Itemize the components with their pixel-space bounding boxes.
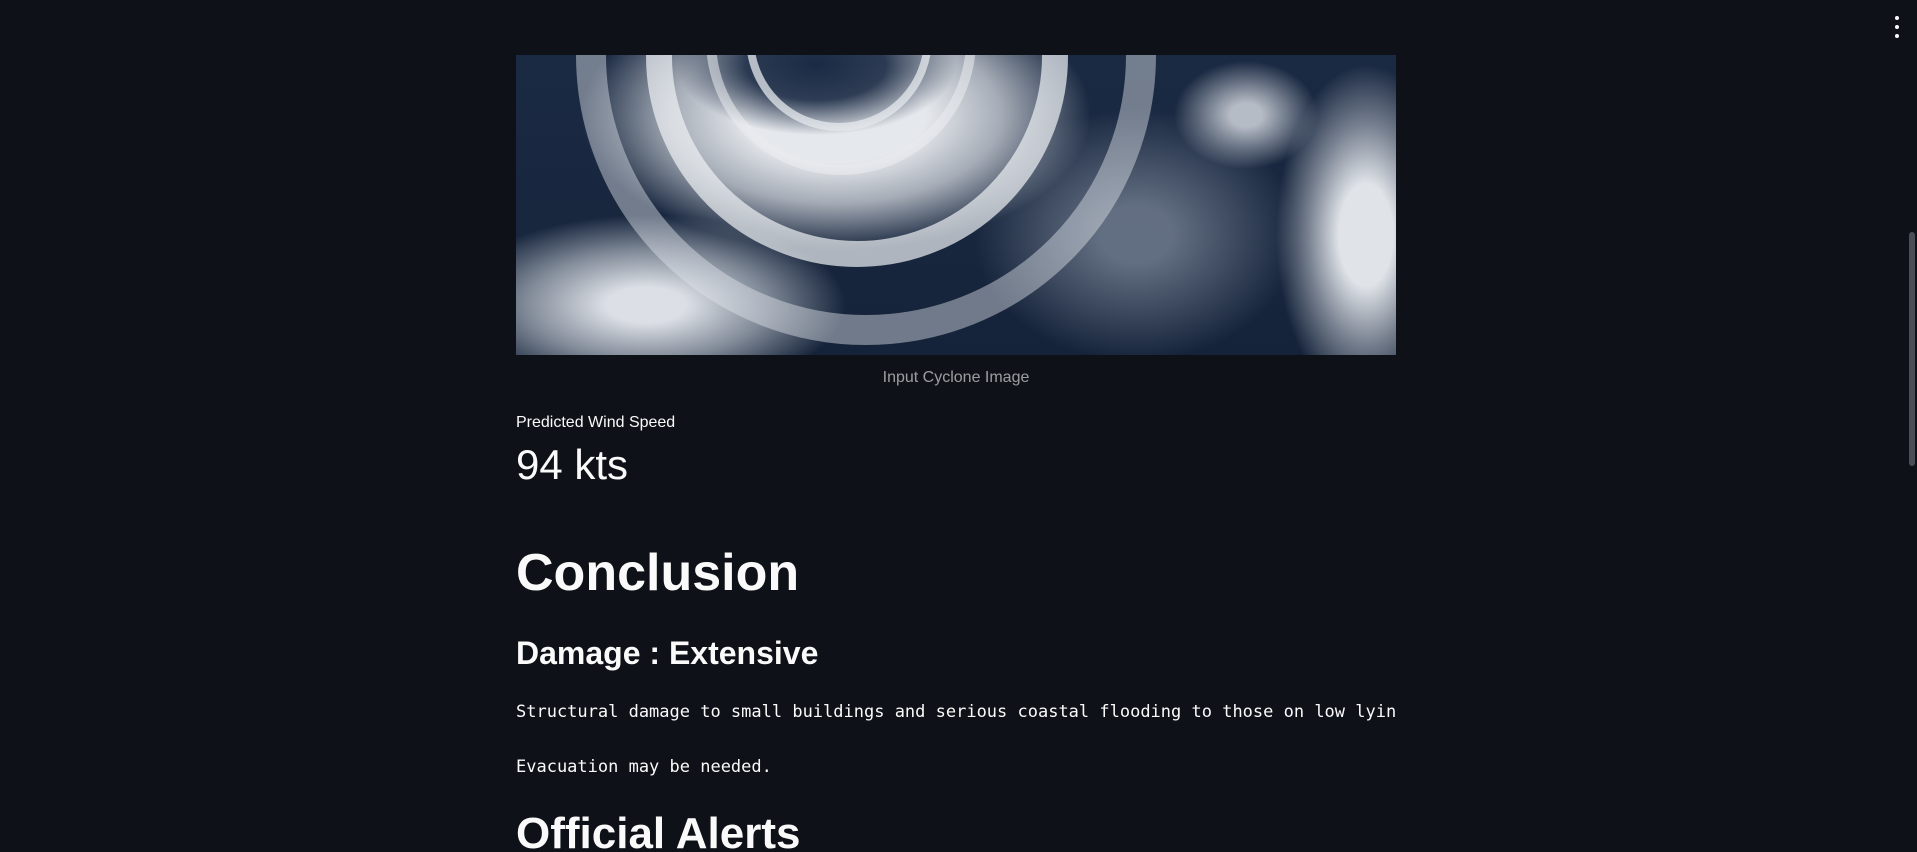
main-menu-button[interactable] — [1891, 16, 1903, 38]
damage-heading: Damage : Extensive — [516, 635, 819, 671]
image-caption: Input Cyclone Image — [882, 369, 1030, 386]
cyclone-image — [516, 55, 1396, 355]
conclusion-heading: Conclusion — [516, 544, 800, 602]
scrollbar[interactable] — [1909, 232, 1915, 466]
official-alerts-heading: Official Alerts — [516, 809, 801, 852]
evacuation-note: Evacuation may be needed. — [516, 757, 772, 777]
vertical-ellipsis-icon — [1895, 16, 1899, 20]
metric-value: 94 kts — [516, 441, 629, 488]
main-content: Input Cyclone Image Predicted Wind Speed… — [516, 55, 1396, 852]
damage-description: Structural damage to small buildings and… — [516, 702, 1396, 722]
metric-label: Predicted Wind Speed — [516, 414, 676, 431]
wind-speed-metric: Predicted Wind Speed 94 kts — [516, 413, 1396, 493]
app-root: Input Cyclone Image Predicted Wind Speed… — [0, 0, 1917, 852]
